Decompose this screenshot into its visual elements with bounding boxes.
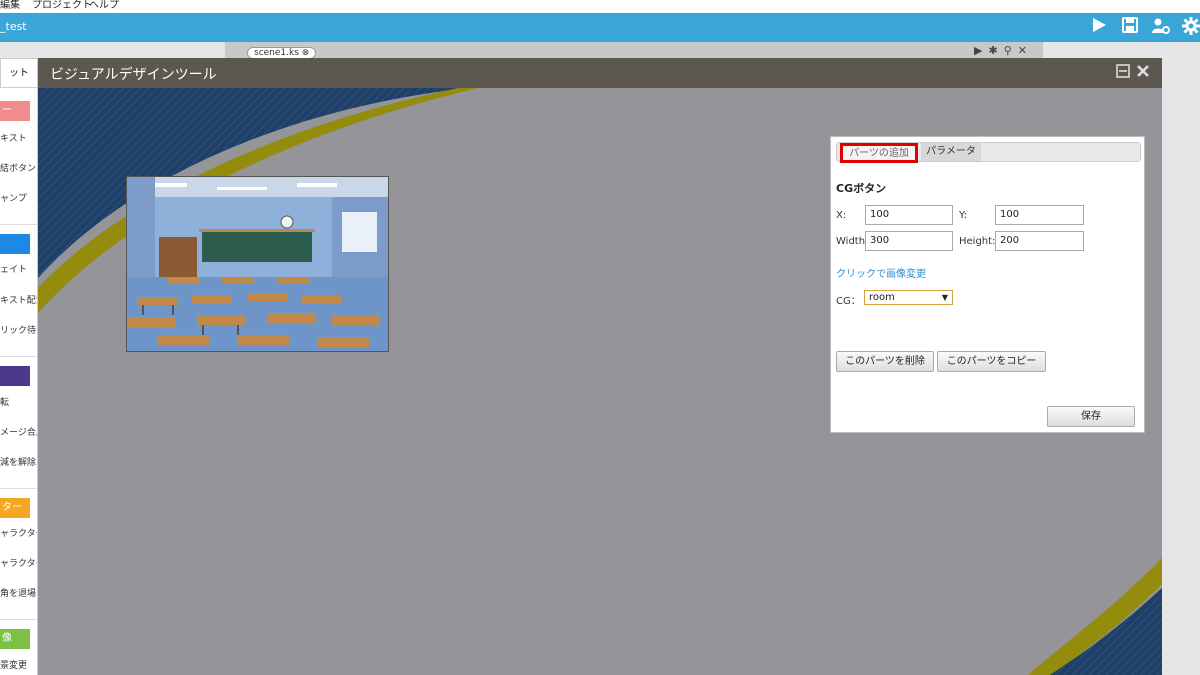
settings-gear-icon[interactable] [1180, 16, 1200, 38]
project-toolbar: _test [0, 13, 1200, 42]
minimize-icon[interactable] [1116, 64, 1130, 82]
palette-item[interactable]: 景変更 [0, 660, 37, 672]
dialog-title: ビジュアルデザインツール [50, 67, 217, 83]
editor-tab-label: scene1.ks [254, 48, 299, 58]
tab-parameters[interactable]: パラメータ [921, 143, 981, 161]
height-field[interactable]: 200 [995, 231, 1084, 251]
design-canvas[interactable]: パーツの追加 パラメータ CGボタン X: 100 Y: 100 Width: … [38, 88, 1162, 675]
palette-item[interactable]: 角を退場 [0, 588, 37, 600]
cg-select-value: room [869, 292, 895, 303]
save-icon[interactable] [1119, 16, 1141, 38]
palette-category-text[interactable]: ー [0, 101, 30, 121]
palette-item[interactable]: 減を解除 [0, 457, 37, 469]
palette-category-system[interactable] [0, 234, 30, 254]
palette-item[interactable]: 転 [0, 397, 37, 409]
palette-item[interactable]: リック待ち [0, 325, 37, 337]
palette-item[interactable]: キスト配置 [0, 295, 37, 307]
menu-bar: 編集 プロジェクト ヘルプ [0, 0, 1200, 13]
parts-property-panel: パーツの追加 パラメータ CGボタン X: 100 Y: 100 Width: … [830, 136, 1145, 433]
delete-part-button[interactable]: このパーツを削除 [836, 351, 934, 372]
editor-tab-strip: scene1.ks ⊗ ▶✱⚲✕ [225, 42, 1043, 59]
palette-category-character[interactable]: ター [0, 498, 30, 518]
visual-design-dialog: ビジュアルデザインツール パーツの追加 パラメータ CGボタン X: 100 Y… [38, 58, 1162, 675]
palette-item[interactable]: ャンプ [0, 193, 37, 205]
cg-select[interactable]: room ▼ [864, 290, 953, 305]
x-label: X: [836, 210, 847, 221]
menu-project[interactable]: プロジェクト [32, 0, 92, 12]
left-panel-tab[interactable]: ット [0, 58, 38, 88]
palette-divider [0, 224, 37, 225]
dialog-titlebar: ビジュアルデザインツール [38, 58, 1162, 88]
panel-tab-bar: パーツの追加 パラメータ [836, 142, 1141, 163]
component-palette: ー キスト 結ボタン ャンプ ェイト キスト配置 リック待ち 転 メージ合成 減… [0, 88, 38, 675]
project-name: _test [0, 20, 27, 33]
menu-help[interactable]: ヘルプ [89, 0, 119, 12]
tab-add-parts[interactable]: パーツの追加 [840, 143, 918, 163]
users-gear-icon[interactable] [1150, 16, 1172, 38]
y-field[interactable]: 100 [995, 205, 1084, 225]
palette-divider [0, 488, 37, 489]
height-label: Height: [959, 236, 996, 247]
y-label: Y: [959, 210, 968, 221]
chevron-down-icon: ▼ [941, 293, 948, 302]
part-type-title: CGボタン [836, 182, 887, 195]
palette-divider [0, 619, 37, 620]
x-field[interactable]: 100 [865, 205, 953, 225]
palette-divider [0, 356, 37, 357]
palette-item[interactable]: ャラクター [0, 558, 37, 570]
cg-label: CG： [836, 296, 861, 307]
palette-item[interactable]: メージ合成 [0, 427, 37, 439]
palette-category-image[interactable]: 像 [0, 629, 30, 649]
palette-item[interactable]: ャラクター [0, 528, 37, 540]
palette-item[interactable]: キスト [0, 133, 37, 145]
palette-item[interactable]: 結ボタン [0, 163, 37, 175]
editor-tab-icons: ▶✱⚲✕ [974, 44, 1033, 57]
menu-edit[interactable]: 編集 [0, 0, 20, 12]
close-icon[interactable] [1136, 64, 1150, 82]
palette-category-effect[interactable] [0, 366, 30, 386]
palette-item[interactable]: ェイト [0, 264, 37, 276]
width-label: Width: [836, 236, 869, 247]
cg-button-image[interactable] [126, 176, 389, 352]
width-field[interactable]: 300 [865, 231, 953, 251]
play-icon[interactable] [1088, 16, 1110, 38]
copy-part-button[interactable]: このパーツをコピー [937, 351, 1046, 372]
save-button[interactable]: 保存 [1047, 406, 1135, 427]
change-image-link[interactable]: クリックで画像変更 [836, 265, 926, 280]
